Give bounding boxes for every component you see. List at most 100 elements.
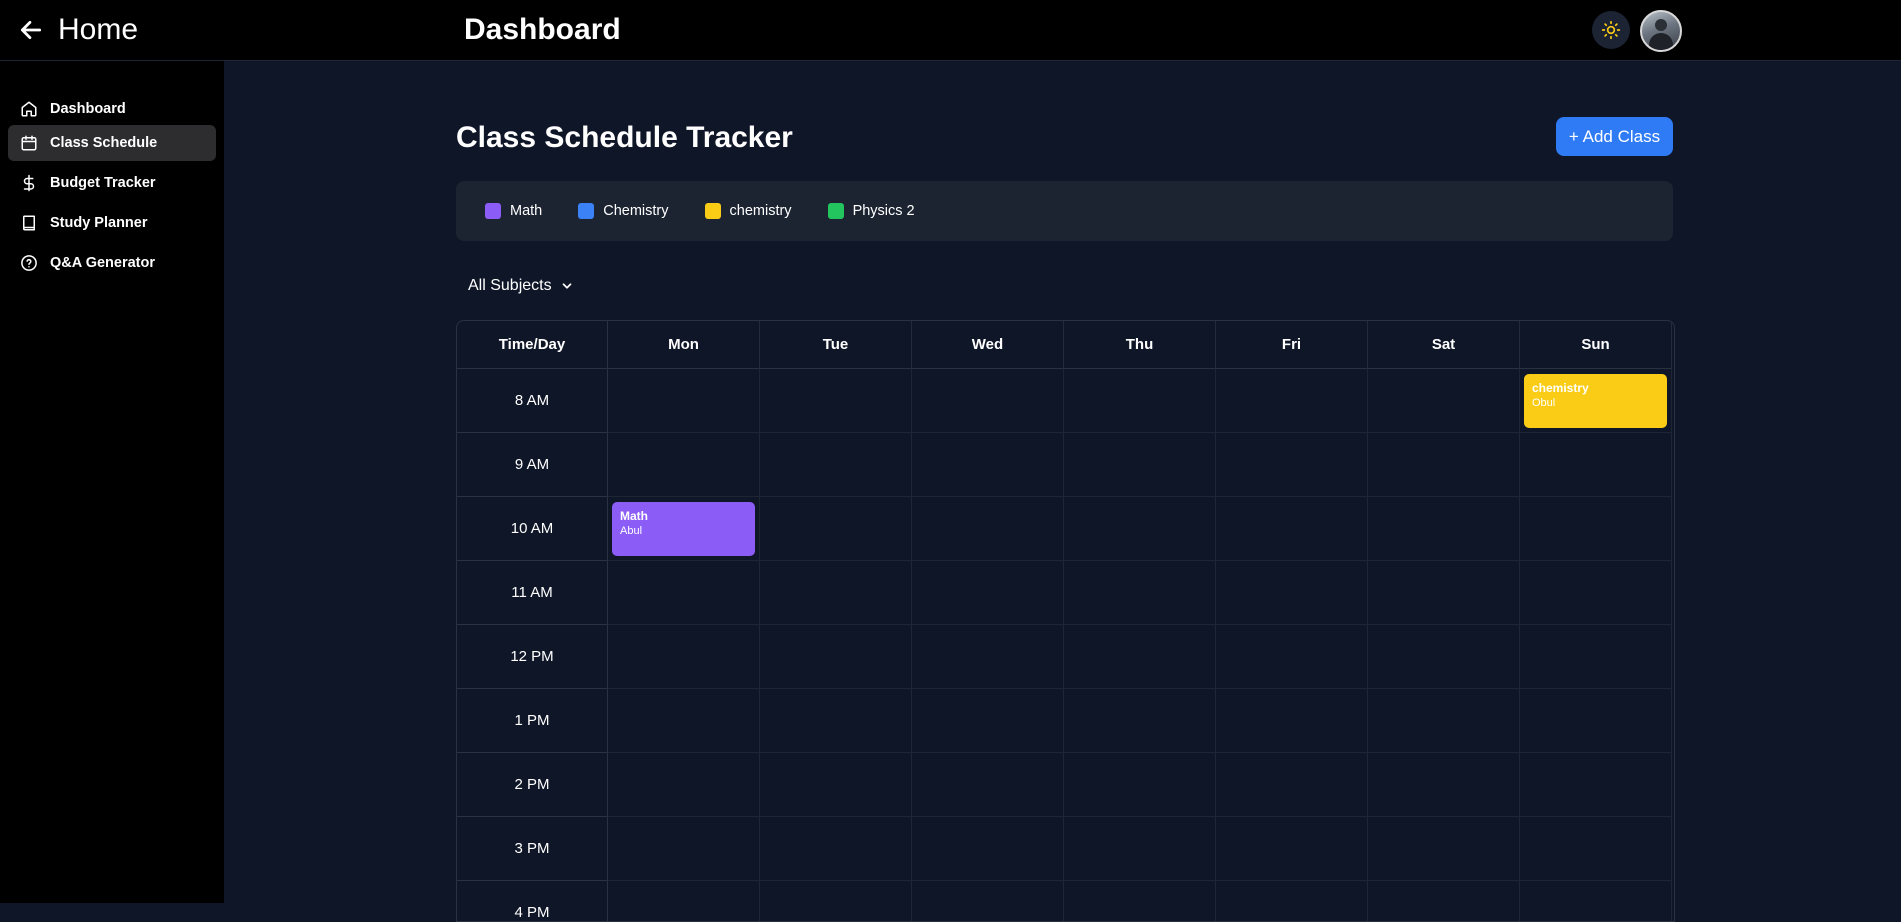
schedule-cell[interactable] xyxy=(1520,881,1672,921)
schedule-cell[interactable] xyxy=(608,689,760,753)
sidebar-item-label: Class Schedule xyxy=(50,135,158,151)
schedule-cell[interactable] xyxy=(1064,625,1216,689)
schedule-cell[interactable] xyxy=(608,369,760,433)
schedule-cell[interactable] xyxy=(608,753,760,817)
schedule-cell[interactable] xyxy=(760,881,912,921)
schedule-cell[interactable] xyxy=(760,817,912,881)
schedule-cell[interactable] xyxy=(1520,689,1672,753)
schedule-cell[interactable] xyxy=(1064,817,1216,881)
schedule-cell[interactable] xyxy=(1216,433,1368,497)
schedule-cell[interactable] xyxy=(760,369,912,433)
schedule-cell[interactable] xyxy=(912,625,1064,689)
schedule-cell[interactable] xyxy=(1064,369,1216,433)
subject-legend: Math Chemistry chemistry Physics 2 xyxy=(456,181,1673,241)
schedule-cell[interactable] xyxy=(1064,689,1216,753)
schedule-cell[interactable] xyxy=(1064,433,1216,497)
schedule-cell[interactable] xyxy=(1064,753,1216,817)
home-link[interactable]: Home xyxy=(18,10,138,50)
legend-label: chemistry xyxy=(729,203,792,219)
avatar[interactable] xyxy=(1640,10,1682,52)
column-header-sun: Sun xyxy=(1520,321,1672,369)
schedule-cell[interactable] xyxy=(608,561,760,625)
event-title: chemistry xyxy=(1532,381,1589,395)
schedule-cell[interactable] xyxy=(912,753,1064,817)
schedule-cell[interactable] xyxy=(1368,753,1520,817)
schedule-cell[interactable] xyxy=(1520,497,1672,561)
schedule-cell[interactable] xyxy=(1520,433,1672,497)
schedule-cell[interactable] xyxy=(912,369,1064,433)
column-header-wed: Wed xyxy=(912,321,1064,369)
schedule-cell[interactable] xyxy=(760,625,912,689)
sidebar-item-study-planner[interactable]: Study Planner xyxy=(8,205,216,241)
time-label: 8 AM xyxy=(457,369,608,433)
column-header-time: Time/Day xyxy=(457,321,608,369)
schedule-cell[interactable] xyxy=(1520,753,1672,817)
legend-label: Physics 2 xyxy=(852,203,915,219)
legend-item-chemistry-lower: chemistry xyxy=(704,203,792,219)
schedule-cell[interactable] xyxy=(1064,881,1216,921)
add-class-button[interactable]: + Add Class xyxy=(1556,117,1673,156)
sidebar-item-dashboard[interactable]: Dashboard xyxy=(8,91,216,127)
schedule-cell[interactable] xyxy=(1064,561,1216,625)
schedule-cell[interactable] xyxy=(1216,497,1368,561)
schedule-cell[interactable] xyxy=(1216,817,1368,881)
schedule-cell[interactable] xyxy=(1216,369,1368,433)
schedule-cell[interactable] xyxy=(1368,369,1520,433)
time-label: 10 AM xyxy=(457,497,608,561)
schedule-cell[interactable] xyxy=(608,433,760,497)
schedule-cell[interactable] xyxy=(1064,497,1216,561)
schedule-cell[interactable] xyxy=(760,561,912,625)
schedule-cell[interactable] xyxy=(1216,625,1368,689)
schedule-cell[interactable] xyxy=(912,881,1064,921)
schedule-cell[interactable] xyxy=(912,689,1064,753)
schedule-cell[interactable] xyxy=(1216,561,1368,625)
schedule-cell[interactable] xyxy=(608,817,760,881)
schedule-cell[interactable] xyxy=(760,753,912,817)
schedule-cell[interactable] xyxy=(1520,561,1672,625)
schedule-cell[interactable] xyxy=(1368,625,1520,689)
schedule-cell[interactable] xyxy=(760,433,912,497)
schedule-cell[interactable] xyxy=(1216,881,1368,921)
schedule-cell[interactable] xyxy=(912,817,1064,881)
legend-swatch xyxy=(485,203,501,219)
top-bar: Home Dashboard xyxy=(0,0,1901,61)
time-label: 1 PM xyxy=(457,689,608,753)
legend-label: Chemistry xyxy=(603,203,669,219)
schedule-cell[interactable] xyxy=(608,881,760,921)
help-circle-icon xyxy=(21,255,37,271)
schedule-cell[interactable] xyxy=(912,497,1064,561)
schedule-cell[interactable] xyxy=(1368,497,1520,561)
legend-swatch xyxy=(704,203,721,219)
legend-swatch xyxy=(827,203,844,219)
schedule-cell[interactable] xyxy=(1216,689,1368,753)
schedule-cell[interactable] xyxy=(1216,753,1368,817)
sidebar-item-qa-generator[interactable]: Q&A Generator xyxy=(8,245,216,281)
schedule-cell[interactable] xyxy=(1368,433,1520,497)
sidebar-item-class-schedule[interactable]: Class Schedule xyxy=(8,125,216,161)
schedule-cell[interactable] xyxy=(760,689,912,753)
legend-swatch xyxy=(578,203,595,219)
time-label: 4 PM xyxy=(457,881,608,921)
sun-icon xyxy=(1601,20,1621,40)
sidebar-item-budget-tracker[interactable]: Budget Tracker xyxy=(8,165,216,201)
class-event-math[interactable]: Math Abul xyxy=(612,502,755,556)
schedule-cell[interactable] xyxy=(1368,817,1520,881)
schedule-cell[interactable] xyxy=(1368,881,1520,921)
subject-filter-value: All Subjects xyxy=(468,277,552,294)
home-label: Home xyxy=(58,13,139,46)
schedule-cell[interactable] xyxy=(912,561,1064,625)
theme-toggle-button[interactable] xyxy=(1592,11,1630,49)
schedule-cell[interactable] xyxy=(1520,625,1672,689)
column-header-fri: Fri xyxy=(1216,321,1368,369)
schedule-cell[interactable] xyxy=(1368,689,1520,753)
class-event-chemistry[interactable]: chemistry Obul xyxy=(1524,374,1667,428)
sidebar-item-label: Study Planner xyxy=(50,215,148,231)
schedule-cell[interactable] xyxy=(1520,817,1672,881)
schedule-cell[interactable] xyxy=(912,433,1064,497)
page-heading: Dashboard xyxy=(464,13,621,46)
schedule-cell[interactable] xyxy=(608,625,760,689)
schedule-cell[interactable] xyxy=(1368,561,1520,625)
subject-filter-select[interactable]: All Subjects xyxy=(468,272,574,300)
schedule-grid: Time/Day Mon Tue Wed Thu Fri Sat Sun 8 AM 9 AM 10 … xyxy=(456,320,1675,922)
schedule-cell[interactable] xyxy=(760,497,912,561)
